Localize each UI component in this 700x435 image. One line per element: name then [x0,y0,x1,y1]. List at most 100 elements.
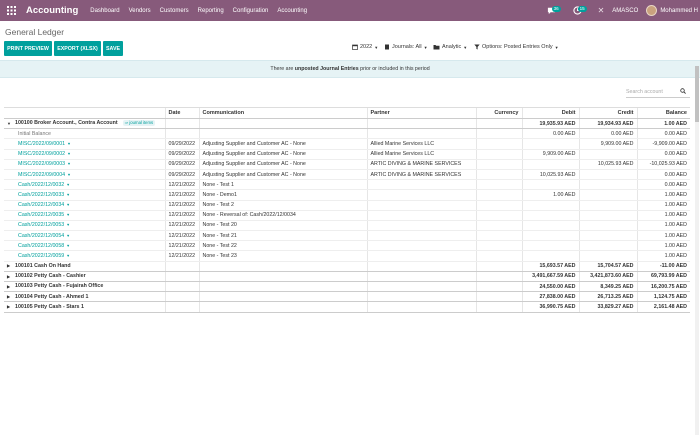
menu-accounting[interactable]: Accounting [277,8,307,14]
line-communication: None - Demo1 [198,189,367,201]
line-currency [475,189,522,201]
line-partner [366,189,476,201]
account-credit: 8,349.25 AED [578,280,637,293]
account-debit: 3,491,667.59 AED [521,270,579,283]
save-button[interactable]: SAVE [103,41,123,56]
caret-down-icon[interactable]: ▼ [66,183,70,187]
user-menu[interactable]: Mohammed H [660,8,698,14]
line-communication: None - Test 22 [198,240,367,252]
menu-vendors[interactable]: Vendors [129,8,151,14]
caret-right-icon[interactable]: ▶ [7,274,13,279]
caret-down-icon[interactable]: ▼ [67,152,71,156]
caret-down-icon[interactable]: ▼ [66,244,70,248]
move-ref-link[interactable]: Cash/2022/12/0032 ▼ [4,179,165,191]
initial-balance: 0.00 AED [636,128,690,140]
account-row-collapsed[interactable]: ▶ 100103 Petty Cash - Fujairah Office 24,5… [4,280,690,293]
caret-down-icon[interactable]: ▼ [7,121,13,126]
caret-down-icon[interactable]: ▼ [66,234,70,238]
move-ref-link[interactable]: Cash/2022/12/0035 ▼ [4,210,165,221]
company-switcher[interactable]: AMASCO [612,8,638,14]
caret-down-icon[interactable]: ▼ [66,203,70,207]
search-input[interactable] [626,88,680,95]
move-ref-link[interactable]: Cash/2022/12/0059 ▼ [4,250,165,262]
print-preview-button[interactable]: PRINT PREVIEW [4,41,52,56]
caret-down-icon[interactable]: ▼ [67,142,71,146]
account-balance: 2,161.48 AED [636,301,690,313]
account-balance: -11.00 AED [636,260,690,272]
caret-down-icon[interactable]: ▼ [67,162,71,166]
caret-right-icon[interactable]: ▶ [7,284,13,289]
line-currency [475,210,522,221]
menu-dashboard[interactable]: Dashboard [90,8,119,14]
caret-down-icon[interactable]: ▼ [66,223,70,227]
options-filter[interactable]: Options: Posted Entries Only ▼ [474,44,559,50]
apps-menu-icon[interactable] [0,0,22,21]
move-ref-link[interactable]: Cash/2022/12/0053 ▼ [4,220,165,232]
line-currency [475,250,522,262]
caret-down-icon[interactable]: ▼ [66,254,70,258]
line-currency [475,200,522,211]
table-row: Cash/2022/12/0032 ▼ 12/21/2022 None - Test … [4,179,690,191]
caret-down-icon[interactable]: ▼ [67,173,71,177]
chevron-down-icon: ▼ [463,44,468,50]
folder-icon [433,45,440,50]
col-communication: Communication [198,107,367,119]
caret-down-icon[interactable]: ▼ [66,213,70,217]
col-currency: Currency [475,107,522,119]
caret-down-icon[interactable]: ▼ [66,193,70,197]
vertical-scrollbar[interactable] [695,66,699,435]
move-ref-link[interactable]: MISC/2022/09/0003 ▼ [4,159,165,170]
account-debit: 19,935.93 AED [521,117,579,130]
line-credit [578,200,637,211]
line-balance: -10,025.93 AED [636,159,690,170]
scrollbar-thumb[interactable] [695,66,699,122]
line-debit [521,210,579,221]
move-ref-link[interactable]: Cash/2022/12/0058 ▼ [4,240,165,252]
account-row-collapsed[interactable]: ▶ 100105 Petty Cash - Stars 1 36,990.75 AE… [4,301,690,313]
account-credit: 33,829.27 AED [578,301,637,313]
line-date: 09/29/2022 [164,169,199,181]
line-partner: Allied Marine Services LLC [366,138,476,150]
line-currency [475,169,522,181]
move-ref: Cash/2022/12/0033 [18,191,65,198]
account-row-expanded[interactable]: ▼ 100100 Broker Account., Contra Account… [4,117,690,130]
move-ref-link[interactable]: Cash/2022/12/0033 ▼ [4,189,165,201]
menu-reporting[interactable]: Reporting [198,8,224,14]
move-ref: Cash/2022/12/0035 [18,212,65,219]
account-row-collapsed[interactable]: ▶ 100104 Petty Cash - Ahmed 1 27,838.00 AE… [4,291,690,303]
activity-clock-icon[interactable]: 15 [572,5,587,17]
line-date: 12/21/2022 [164,240,199,252]
move-ref-link[interactable]: Cash/2022/12/0034 ▼ [4,200,165,211]
alert-text-post: prior or included in this period [360,66,430,72]
chat-icon[interactable]: 36 [546,5,561,17]
avatar[interactable] [646,5,658,16]
caret-right-icon[interactable]: ▶ [7,294,13,299]
caret-right-icon[interactable]: ▶ [7,304,13,309]
caret-right-icon[interactable]: ▶ [7,263,13,268]
export-xlsx-button[interactable]: EXPORT (XLSX) [54,41,101,56]
date-filter[interactable]: 2022 ▼ [352,44,378,50]
close-icon[interactable]: ✕ [598,6,605,15]
account-row-collapsed[interactable]: ▶ 100102 Petty Cash - Cashier 3,491,667.59… [4,270,690,283]
analytic-filter[interactable]: Analytic ▼ [433,44,467,50]
search-icon[interactable] [680,87,686,96]
account-credit: 3,421,873.60 AED [578,270,637,283]
line-communication: None - Test 23 [198,250,367,262]
journals-filter[interactable]: Journals: All ▼ [384,44,428,50]
journals-filter-label: Journals: All [392,44,422,50]
alert-link-unposted[interactable]: unposted Journal Entries [295,66,359,72]
line-currency [475,138,522,150]
journal-items-link[interactable]: ⇒ journal items [122,120,156,127]
menu-configuration[interactable]: Configuration [233,8,269,14]
move-ref-link[interactable]: MISC/2022/09/0002 ▼ [4,149,165,160]
line-balance: 0.00 AED [636,179,690,191]
line-date: 09/29/2022 [164,149,199,160]
move-ref-link[interactable]: MISC/2022/09/0001 ▼ [4,138,165,150]
table-row: MISC/2022/09/0002 ▼ 09/29/2022 Adjusting Su… [4,149,690,160]
app-brand[interactable]: Accounting [26,5,78,16]
menu-customers[interactable]: Customers [160,8,189,14]
account-row-collapsed[interactable]: ▶ 100101 Cash On Hand 15,693.57 AED 15,704.… [4,260,690,272]
move-ref-link[interactable]: MISC/2022/09/0004 ▼ [4,169,165,181]
table-row: Cash/2022/12/0058 ▼ 12/21/2022 None - Test … [4,240,690,252]
move-ref-link[interactable]: Cash/2022/12/0054 ▼ [4,230,165,242]
